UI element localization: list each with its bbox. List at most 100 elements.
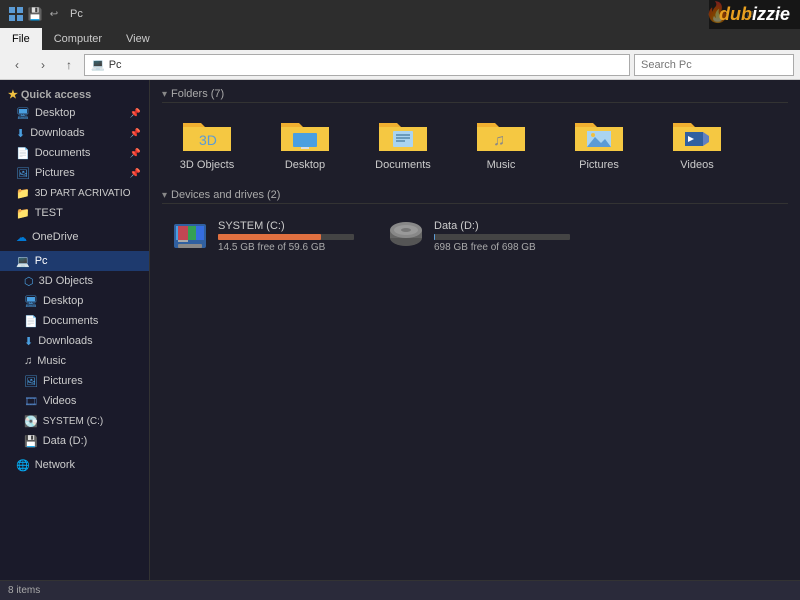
app-icon — [8, 6, 24, 22]
tab-file[interactable]: File — [0, 28, 42, 50]
drive-grid: SYSTEM (C:) 14.5 GB free of 59.6 GB — [162, 210, 788, 262]
folder-icon-desktop — [279, 113, 331, 155]
forward-button[interactable]: › — [32, 54, 54, 76]
sidebar-label: 3D PART ACRIVATIO — [35, 188, 131, 199]
sidebar-item-3dpart[interactable]: 📁 3D PART ACRIVATIO — [0, 183, 149, 203]
title-bar: 💾 ↩ Pc — □ ✕ — [0, 0, 800, 28]
folder-label-documents: Documents — [375, 159, 431, 171]
path-pc-icon: 💻 — [91, 58, 105, 71]
pin-icon: 📌 — [130, 168, 141, 179]
drive-d-info: Data (D:) 698 GB free of 698 GB — [434, 220, 570, 253]
address-bar: ‹ › ↑ 💻 Pc — [0, 50, 800, 80]
sidebar-item-downloads-pc[interactable]: ⬇ Downloads — [0, 331, 149, 351]
tab-computer[interactable]: Computer — [42, 28, 114, 50]
sidebar: ★ Quick access 🖥 Desktop 📌 ⬇ Downloads 📌… — [0, 80, 150, 580]
downloads-qa-icon: ⬇ — [16, 127, 25, 140]
sidebar-label: OneDrive — [32, 231, 78, 243]
drive-d-bar-fill — [434, 234, 435, 240]
drive-d-icon — [386, 216, 426, 256]
folder-item-videos[interactable]: Videos — [652, 109, 742, 175]
sidebar-item-pictures-pc[interactable]: 🖼 Pictures — [0, 371, 149, 391]
sidebar-item-system-c[interactable]: 💽 SYSTEM (C:) — [0, 411, 149, 431]
drive-c-free: 14.5 GB free of 59.6 GB — [218, 242, 354, 253]
sidebar-label: Pictures — [43, 375, 83, 387]
folder-label-pictures: Pictures — [579, 159, 619, 171]
folder-item-desktop[interactable]: Desktop — [260, 109, 350, 175]
sidebar-label: 3D Objects — [39, 275, 93, 287]
sidebar-item-data-d[interactable]: 💾 Data (D:) — [0, 431, 149, 451]
search-input[interactable] — [634, 54, 794, 76]
desktop-qa-icon: 🖥 — [16, 107, 30, 120]
svg-text:♫: ♫ — [493, 132, 505, 149]
drives-arrow: ▾ — [162, 190, 167, 201]
onedrive-icon: ☁ — [16, 231, 27, 244]
folders-arrow: ▾ — [162, 89, 167, 100]
save-icon: 💾 — [27, 6, 43, 22]
drive-d-bar-bg — [434, 234, 570, 240]
drive-item-d[interactable]: Data (D:) 698 GB free of 698 GB — [378, 210, 578, 262]
drive-d-name: Data (D:) — [434, 220, 570, 232]
sidebar-label: Network — [35, 459, 75, 471]
drive-item-c[interactable]: SYSTEM (C:) 14.5 GB free of 59.6 GB — [162, 210, 362, 262]
folder-item-pictures[interactable]: Pictures — [554, 109, 644, 175]
drive-c-bar-bg — [218, 234, 354, 240]
title-bar-icons: 💾 ↩ — [8, 6, 62, 22]
pin-icon: 📌 — [130, 128, 141, 139]
folder-icon-music: ♫ — [475, 113, 527, 155]
window-title: Pc — [70, 8, 83, 20]
sidebar-item-desktop-pc[interactable]: 🖥 Desktop — [0, 291, 149, 311]
address-path[interactable]: 💻 Pc — [84, 54, 630, 76]
sidebar-label: Data (D:) — [43, 435, 88, 447]
sidebar-item-test[interactable]: 📁 TEST — [0, 203, 149, 223]
folder-icon-3d: 3D — [181, 113, 233, 155]
drive-c-icon — [170, 216, 210, 256]
3dobjects-pc-icon: ⬡ — [24, 275, 34, 288]
sidebar-item-network[interactable]: 🌐 Network — [0, 455, 149, 475]
back-button[interactable]: ‹ — [6, 54, 28, 76]
test-icon: 📁 — [16, 207, 30, 220]
sidebar-label: Desktop — [43, 295, 83, 307]
folder-item-music[interactable]: ♫ Music — [456, 109, 546, 175]
music-pc-icon: ♫ — [24, 355, 32, 367]
main-layout: ★ Quick access 🖥 Desktop 📌 ⬇ Downloads 📌… — [0, 80, 800, 580]
ribbon-tabs: File Computer View — [0, 28, 800, 50]
sidebar-label: Desktop — [35, 107, 75, 119]
pin-icon: 📌 — [130, 108, 141, 119]
undo-icon: ↩ — [46, 6, 62, 22]
sidebar-item-pc[interactable]: 💻 Pc — [0, 251, 149, 271]
sidebar-item-3dobjects-pc[interactable]: ⬡ 3D Objects — [0, 271, 149, 291]
pictures-qa-icon: 🖼 — [16, 167, 30, 180]
data-d-icon: 💾 — [24, 435, 38, 448]
pin-icon: 📌 — [130, 148, 141, 159]
sidebar-item-downloads-qa[interactable]: ⬇ Downloads 📌 — [0, 123, 149, 143]
sidebar-label: Documents — [35, 147, 91, 159]
sidebar-item-music-pc[interactable]: ♫ Music — [0, 351, 149, 371]
sidebar-label: Downloads — [38, 335, 92, 347]
path-text: Pc — [109, 59, 122, 71]
drive-c-info: SYSTEM (C:) 14.5 GB free of 59.6 GB — [218, 220, 354, 253]
folder-icon-pictures — [573, 113, 625, 155]
drive-c-bar-fill — [218, 234, 321, 240]
sidebar-item-onedrive[interactable]: ☁ OneDrive — [0, 227, 149, 247]
sidebar-label: Documents — [43, 315, 99, 327]
folder-label-videos: Videos — [680, 159, 713, 171]
up-button[interactable]: ↑ — [58, 54, 80, 76]
sidebar-label: Downloads — [30, 127, 84, 139]
documents-pc-icon: 📄 — [24, 315, 38, 328]
sidebar-item-documents-pc[interactable]: 📄 Documents — [0, 311, 149, 331]
sidebar-label: Videos — [43, 395, 76, 407]
items-count: 8 items — [8, 585, 40, 596]
sidebar-item-videos-pc[interactable]: 🎞 Videos — [0, 391, 149, 411]
folder-icon-videos — [671, 113, 723, 155]
sidebar-item-pictures-qa[interactable]: 🖼 Pictures 📌 — [0, 163, 149, 183]
pc-icon: 💻 — [16, 255, 30, 268]
folder-item-3d[interactable]: 3D 3D Objects — [162, 109, 252, 175]
videos-pc-icon: 🎞 — [24, 395, 38, 408]
folder-item-documents[interactable]: Documents — [358, 109, 448, 175]
quick-access-label: Quick access — [21, 89, 91, 101]
tab-view[interactable]: View — [114, 28, 162, 50]
sidebar-item-documents-qa[interactable]: 📄 Documents 📌 — [0, 143, 149, 163]
sidebar-item-desktop-qa[interactable]: 🖥 Desktop 📌 — [0, 103, 149, 123]
quick-access-header: ★ Quick access — [0, 84, 149, 103]
drives-header-text: Devices and drives (2) — [171, 189, 280, 201]
